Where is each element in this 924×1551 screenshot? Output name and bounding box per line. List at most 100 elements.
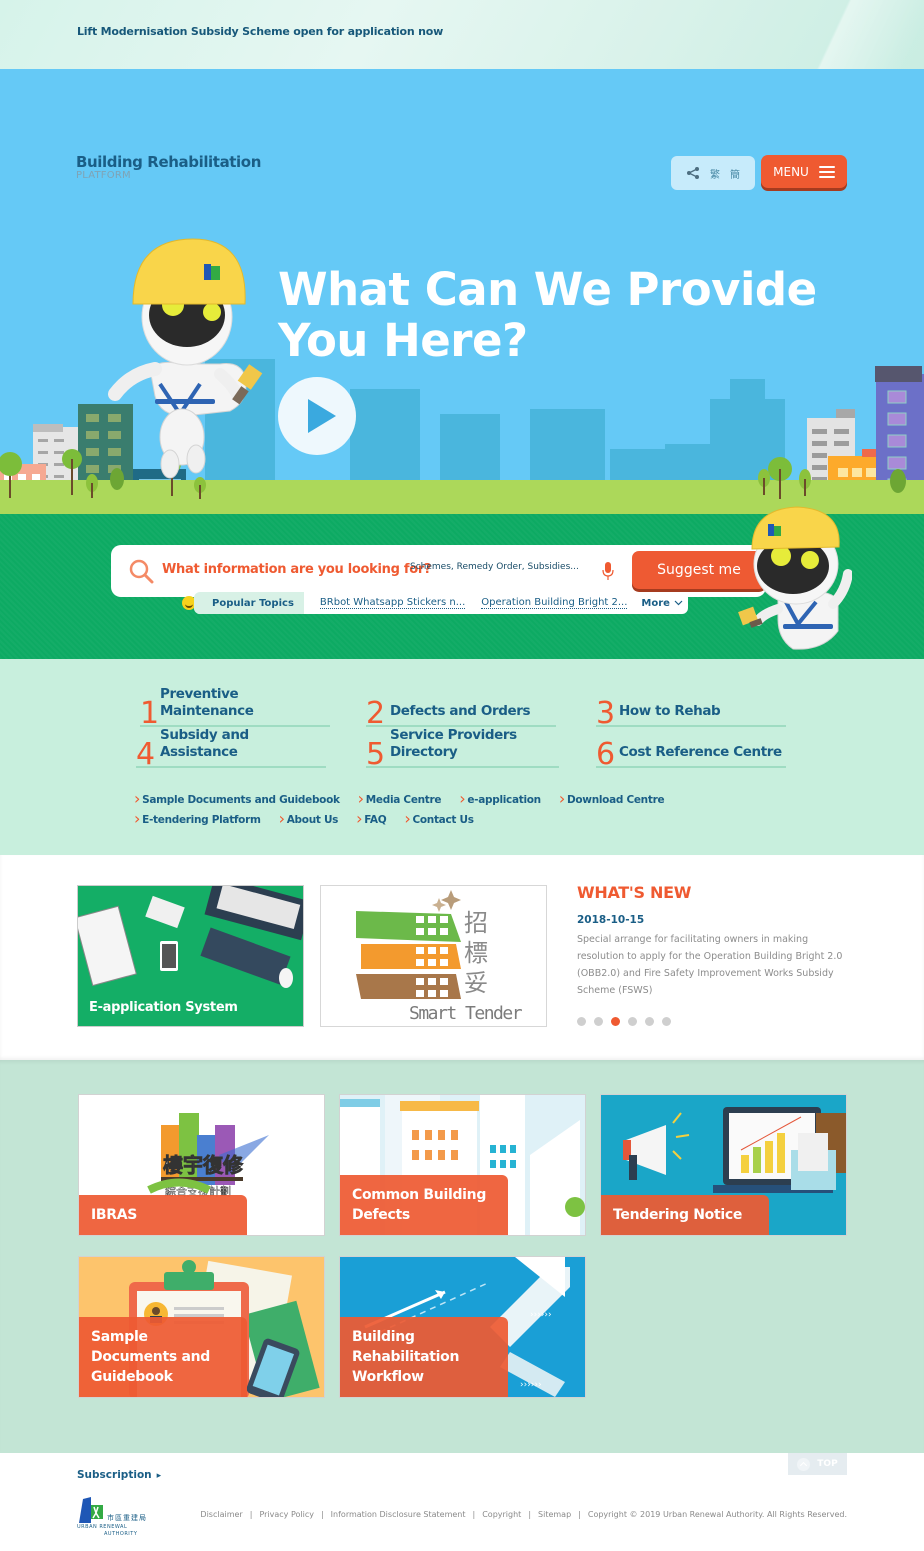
- footer-link-sitemap[interactable]: Sitemap: [538, 1510, 571, 1519]
- svg-text:››››››: ››››››: [530, 1310, 552, 1320]
- search-input[interactable]: [410, 562, 590, 572]
- carousel-dots: [577, 1017, 671, 1026]
- lang-simplified-chinese[interactable]: 簡: [730, 166, 740, 181]
- ura-emblem-icon: [79, 1497, 103, 1523]
- tile-common-building-defects[interactable]: Common Building Defects: [339, 1094, 586, 1236]
- ura-english-name-2: AUTHORITY: [104, 1531, 138, 1537]
- top-label: TOP: [817, 1459, 838, 1469]
- smart-tender-english: Smart Tender: [409, 1003, 523, 1024]
- quick-link-e-application[interactable]: e-application: [459, 788, 541, 807]
- carousel-dot[interactable]: [662, 1017, 671, 1026]
- play-video-button[interactable]: [278, 377, 356, 455]
- hamburger-icon: [818, 165, 835, 178]
- tile-label: IBRAS: [79, 1195, 247, 1235]
- quick-link-sample-documents[interactable]: Sample Documents and Guidebook: [134, 788, 340, 807]
- quick-link-about-us[interactable]: About Us: [279, 808, 339, 827]
- footer-link-privacy-policy[interactable]: Privacy Policy: [259, 1510, 314, 1519]
- category-number: 3: [596, 696, 616, 731]
- category-number: 5: [366, 737, 386, 772]
- smart-tender-chinese: 招標妥: [464, 909, 488, 997]
- announcement-link[interactable]: Lift Modernisation Subsidy Scheme open f…: [77, 25, 443, 38]
- quick-links: Sample Documents and Guidebook Media Cen…: [134, 787, 694, 827]
- category-label: Service Providers Directory: [390, 727, 517, 760]
- more-topics-button[interactable]: More: [641, 598, 683, 609]
- site-logo[interactable]: Building Rehabilitation PLATFORM: [76, 153, 261, 181]
- service-tiles-section: 樓宇復修 綜合支援計劃 IBRAS Common Building Defect…: [0, 1060, 924, 1451]
- category-cost-reference[interactable]: 6 Cost Reference Centre: [596, 726, 786, 772]
- microphone-icon[interactable]: [601, 561, 615, 581]
- category-preventive-maintenance[interactable]: 1 Preventive Maintenance: [140, 685, 330, 731]
- carousel-dot[interactable]: [594, 1017, 603, 1026]
- news-text[interactable]: Special arrange for facilitating owners …: [577, 931, 847, 999]
- tile-rehab-workflow[interactable]: ›››››› ›››››› Building Rehabilitation Wor…: [339, 1256, 586, 1398]
- footer-link-disclaimer[interactable]: Disclaimer: [200, 1510, 242, 1519]
- share-icon[interactable]: [686, 166, 700, 180]
- category-label: Subsidy and Assistance: [160, 727, 249, 760]
- category-label: Preventive Maintenance: [160, 686, 254, 719]
- footer: TOP Subscription 市區重建局 URBAN RENEWAL AUT…: [0, 1451, 924, 1550]
- carousel-dot-active[interactable]: [611, 1017, 620, 1026]
- share-language-box: 繁 簡: [671, 156, 755, 190]
- popular-topic-link[interactable]: Operation Building Bright 2...: [481, 597, 628, 609]
- ibras-cjk-title: 樓宇復修: [163, 1153, 244, 1177]
- carousel-dot[interactable]: [628, 1017, 637, 1026]
- quick-link-download-centre[interactable]: Download Centre: [559, 788, 665, 807]
- popular-topics-bar: Popular Topics BRbot Whatsapp Stickers n…: [194, 592, 688, 614]
- chevron-up-icon: [797, 1457, 811, 1471]
- copyright-text: Copyright © 2019 Urban Renewal Authority…: [587, 1510, 847, 1519]
- logo-title: Building Rehabilitation: [76, 153, 261, 171]
- hero-title: What Can We Provide You Here?: [278, 263, 817, 367]
- hero-banner: Building Rehabilitation PLATFORM 繁 簡 MEN…: [0, 69, 924, 514]
- news-date: 2018-10-15: [577, 914, 645, 926]
- quick-link-e-tendering[interactable]: E-tendering Platform: [134, 808, 261, 827]
- footer-link-information-disclosure[interactable]: Information Disclosure Statement: [331, 1510, 466, 1519]
- quick-link-media-centre[interactable]: Media Centre: [358, 788, 442, 807]
- footer-links: Disclaimer | Privacy Policy | Information …: [200, 1510, 847, 1519]
- smart-tender-card[interactable]: 招標妥 Smart Tender: [320, 885, 547, 1027]
- category-subsidy-assistance[interactable]: 4 Subsidy and Assistance: [136, 726, 326, 772]
- tile-label: Building Rehabilitation Workflow: [340, 1317, 508, 1397]
- popular-topics-label: Popular Topics: [194, 592, 304, 614]
- category-defects-orders[interactable]: 2 Defects and Orders: [366, 685, 556, 729]
- more-label: More: [641, 597, 670, 609]
- ura-chinese-name: 市區重建局: [107, 1514, 147, 1522]
- category-number: 6: [596, 737, 616, 772]
- carousel-dot[interactable]: [645, 1017, 654, 1026]
- category-how-to-rehab[interactable]: 3 How to Rehab: [596, 685, 786, 731]
- category-number: 1: [140, 696, 160, 731]
- subscription-link[interactable]: Subscription: [77, 1469, 161, 1481]
- chevron-down-icon: [674, 600, 683, 606]
- category-number: 4: [136, 737, 156, 772]
- category-section: 1 Preventive Maintenance 2 Defects and O…: [0, 659, 924, 855]
- tile-tendering-notice[interactable]: Tendering Notice: [600, 1094, 847, 1236]
- announcement-bar: Lift Modernisation Subsidy Scheme open f…: [0, 0, 924, 69]
- waving-robot-illustration: [738, 506, 852, 650]
- feature-section: E-application System 招標妥 Smart Tender WH…: [0, 855, 924, 1060]
- search-box: What information are you looking for? Su…: [111, 545, 766, 597]
- search-question-label: What information are you looking for?: [162, 562, 432, 577]
- lang-traditional-chinese[interactable]: 繁: [710, 166, 720, 181]
- svg-text:››››››: ››››››: [520, 1380, 542, 1390]
- carousel-dot[interactable]: [577, 1017, 586, 1026]
- tile-sample-documents[interactable]: Sample Documents and Guidebook: [78, 1256, 325, 1398]
- e-application-label: E-application System: [89, 1000, 238, 1015]
- whats-new-heading: WHAT'S NEW: [577, 883, 692, 902]
- ura-logo[interactable]: 市區重建局 URBAN RENEWAL AUTHORITY: [77, 1497, 157, 1539]
- menu-label: MENU: [773, 164, 809, 179]
- e-application-card[interactable]: E-application System: [77, 885, 304, 1027]
- search-section: What information are you looking for? Su…: [0, 506, 924, 659]
- footer-link-copyright[interactable]: Copyright: [482, 1510, 521, 1519]
- tile-ibras[interactable]: 樓宇復修 綜合支援計劃 IBRAS: [78, 1094, 325, 1236]
- quick-link-contact-us[interactable]: Contact Us: [404, 808, 473, 827]
- menu-button[interactable]: MENU: [761, 155, 847, 188]
- ura-english-name-1: URBAN RENEWAL: [77, 1524, 128, 1530]
- category-label: Defects and Orders: [390, 703, 531, 719]
- category-label: How to Rehab: [619, 703, 721, 719]
- back-to-top-button[interactable]: TOP: [788, 1453, 847, 1475]
- category-label: Cost Reference Centre: [619, 744, 782, 760]
- quick-link-faq[interactable]: FAQ: [356, 808, 386, 827]
- search-icon: [129, 559, 154, 584]
- tile-label: Common Building Defects: [340, 1175, 508, 1235]
- category-service-providers[interactable]: 5 Service Providers Directory: [366, 726, 559, 772]
- popular-topic-link[interactable]: BRbot Whatsapp Stickers n...: [319, 597, 466, 609]
